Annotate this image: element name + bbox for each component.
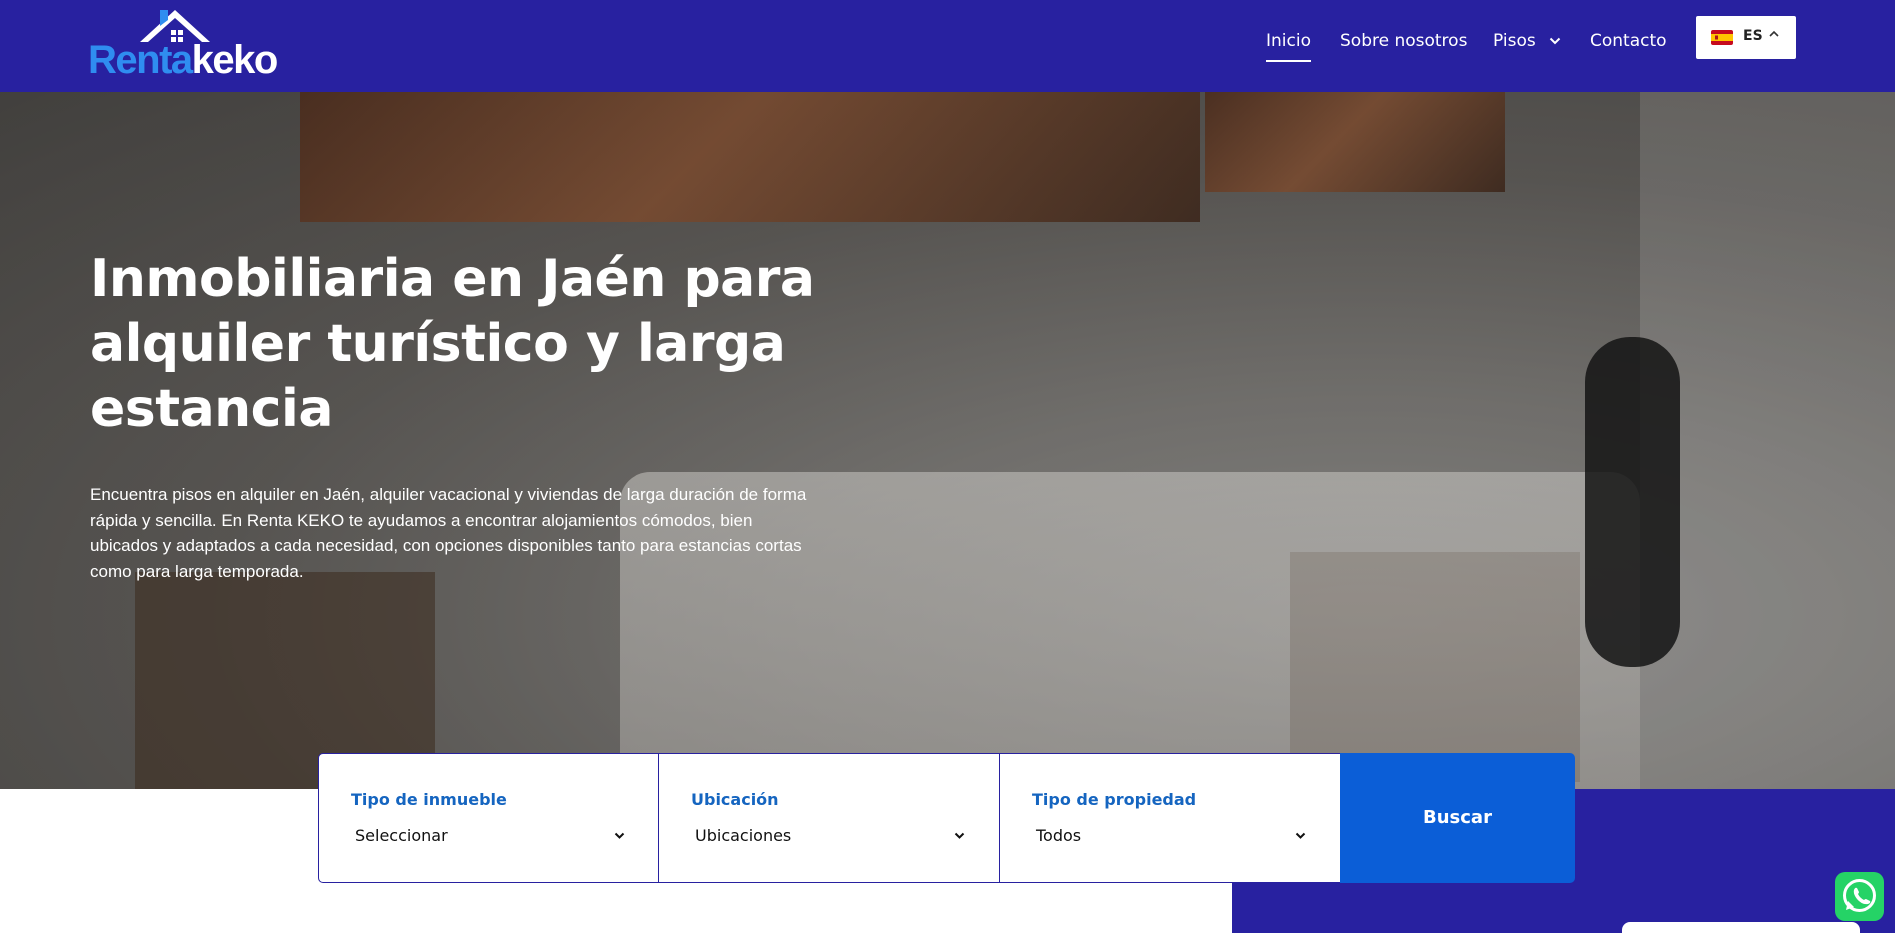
site-logo[interactable]: Rentakeko [88,8,278,82]
nav-item-label: Pisos [1493,31,1536,51]
search-field-tipo-propiedad[interactable]: Tipo de propiedad Todos [999,753,1342,883]
select-value: Seleccionar [355,826,448,845]
nav-item-label: Sobre nosotros [1340,31,1468,51]
nav-item-label: Contacto [1590,31,1667,51]
language-code: ES [1743,28,1763,44]
search-field-ubicacion[interactable]: Ubicación Ubicaciones [658,753,1001,883]
board-decoration [1585,337,1680,667]
logo-text-keko: keko [191,38,279,82]
nav-item-contacto[interactable]: Contacto [1590,28,1667,54]
field-label: Tipo de inmueble [351,790,507,809]
hero-section: Inmobiliaria en Jaén para alquiler turís… [0,92,1895,789]
logo-wordmark: Rentakeko [88,38,279,82]
spain-flag-icon [1711,30,1733,45]
chevron-down-icon [954,832,965,839]
chevron-up-icon [1769,30,1779,37]
nav-item-pisos[interactable]: Pisos [1493,28,1561,54]
wall-art-decoration [1205,92,1505,192]
field-label: Tipo de propiedad [1032,790,1197,809]
language-selector[interactable]: ES [1696,16,1796,59]
ubicacion-select[interactable]: Ubicaciones [695,822,965,850]
logo-text-renta: Renta [88,38,193,82]
whatsapp-icon [1843,879,1876,912]
search-field-tipo-inmueble[interactable]: Tipo de inmueble Seleccionar [318,753,661,883]
nav-item-inicio[interactable]: Inicio [1266,28,1311,62]
search-button[interactable]: Buscar [1340,753,1575,883]
select-value: Todos [1036,826,1082,845]
nav-item-label: Inicio [1266,31,1311,51]
wall-art-decoration [300,92,1200,222]
site-header: Rentakeko Inicio Sobre nosotros Pisos Co… [0,0,1895,92]
hero-title: Inmobiliaria en Jaén para alquiler turís… [90,249,815,439]
tipo-inmueble-select[interactable]: Seleccionar [355,822,625,850]
white-card-edge [1622,922,1860,942]
chevron-down-icon [1549,37,1561,45]
property-search-bar: Tipo de inmueble Seleccionar Ubicación U… [318,753,1575,883]
hero-description: Encuentra pisos en alquiler en Jaén, alq… [90,485,807,581]
nav-item-sobre-nosotros[interactable]: Sobre nosotros [1340,28,1467,54]
chevron-down-icon [614,832,625,839]
select-value: Ubicaciones [695,826,792,845]
whatsapp-button[interactable] [1835,872,1884,921]
tipo-propiedad-select[interactable]: Todos [1036,822,1306,850]
field-label: Ubicación [691,790,779,809]
chevron-down-icon [1295,832,1306,839]
